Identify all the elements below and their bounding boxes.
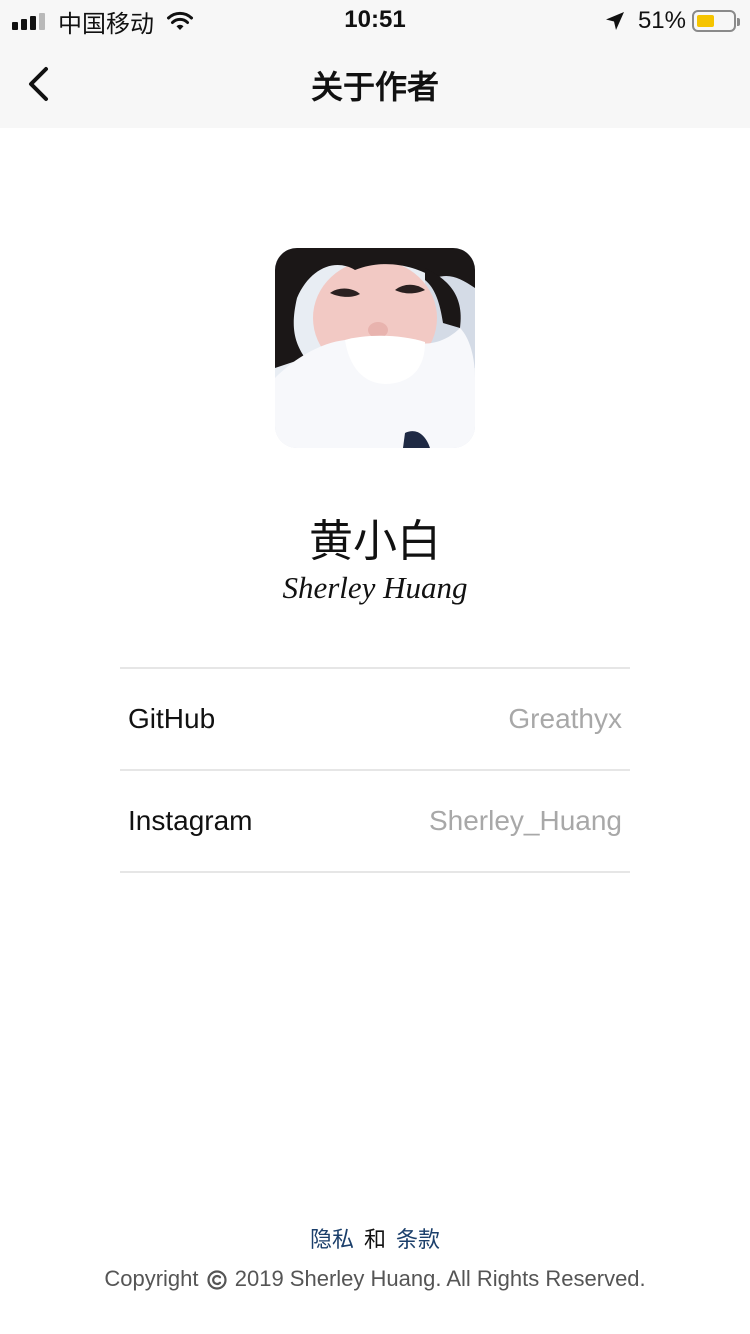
author-name-english: Sherley Huang [282,570,468,605]
copyright-icon [207,1270,227,1290]
social-links-list: GitHub Greathyx Instagram Sherley_Huang [120,667,630,873]
status-bar: 中国移动 10:51 51% [0,0,750,40]
and-text: 和 [363,1227,386,1252]
privacy-link[interactable]: 隐私 [310,1227,354,1252]
page-title: 关于作者 [310,69,439,105]
footer-links: 隐私和条款 [0,1222,750,1254]
copyright-suffix: 2019 Sherley Huang. All Rights Reserved. [234,1266,646,1291]
link-value: Sherley_Huang [428,805,622,836]
author-name-chinese: 黄小白 [309,517,441,566]
avatar [275,248,475,448]
nav-bar: 关于作者 [0,40,750,128]
link-label: GitHub [128,703,216,734]
copyright-text: Copyright 2019 Sherley Huang. All Rights… [0,1266,750,1292]
battery-icon [692,10,740,32]
link-value: Greathyx [508,703,622,734]
avatar-photo [275,248,475,448]
terms-link[interactable]: 条款 [396,1227,440,1252]
battery-percent: 51% [637,7,686,34]
status-right: 51% [604,6,740,36]
location-arrow-icon [605,12,624,30]
link-label: Instagram [128,805,253,836]
battery-fill [697,15,714,27]
about-author-screen: 中国移动 10:51 51% 关于作者 黄小白 Sherley Huang Gi… [0,0,750,1334]
link-row-instagram[interactable]: Instagram Sherley_Huang [120,771,630,873]
copyright-prefix: Copyright [104,1266,199,1291]
battery-nub [737,18,740,26]
link-row-github[interactable]: GitHub Greathyx [120,669,630,771]
